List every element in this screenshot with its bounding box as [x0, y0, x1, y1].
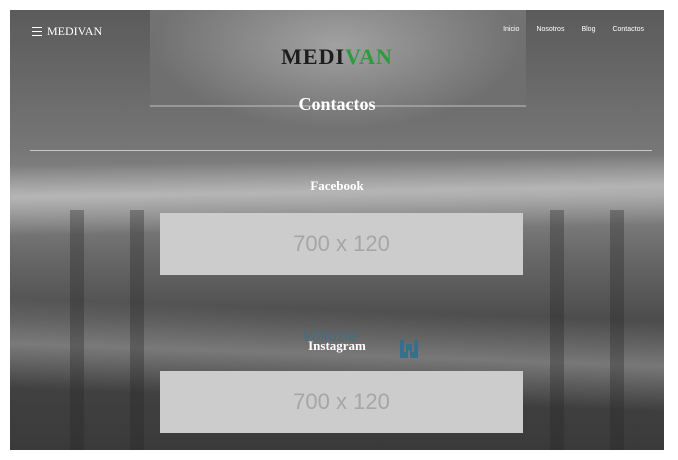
background-pillar — [610, 210, 624, 450]
logo-text-van: VAN — [345, 44, 393, 69]
background-pillar — [550, 210, 564, 450]
facebook-image-placeholder[interactable]: 700 x 120 — [160, 213, 523, 275]
background-pillar — [130, 210, 144, 450]
title-divider — [30, 150, 652, 151]
instagram-image-placeholder[interactable]: 700 x 120 — [160, 371, 523, 433]
page-title: Contactos — [298, 94, 376, 114]
section-title-instagram: Instagram — [308, 338, 366, 353]
top-nav: Inicio Nosotros Blog Contactos — [503, 26, 644, 33]
nav-link-nosotros[interactable]: Nosotros — [536, 26, 564, 33]
hamburger-menu-icon[interactable] — [32, 27, 42, 36]
nav-link-contactos[interactable]: Contactos — [612, 26, 644, 33]
brand-name[interactable]: MEDIVAN — [47, 24, 102, 39]
page-frame: Volluzie MEDIVAN Inicio Nosotros Blog Co… — [10, 10, 664, 450]
section-title-facebook: Facebook — [310, 178, 364, 193]
nav-link-blog[interactable]: Blog — [581, 26, 595, 33]
brand-menu[interactable]: MEDIVAN — [32, 24, 102, 39]
nav-link-inicio[interactable]: Inicio — [503, 26, 519, 33]
background-pillar — [70, 210, 84, 450]
site-logo: MEDIVAN — [10, 44, 664, 70]
logo-text-medi: MEDI — [281, 44, 346, 69]
